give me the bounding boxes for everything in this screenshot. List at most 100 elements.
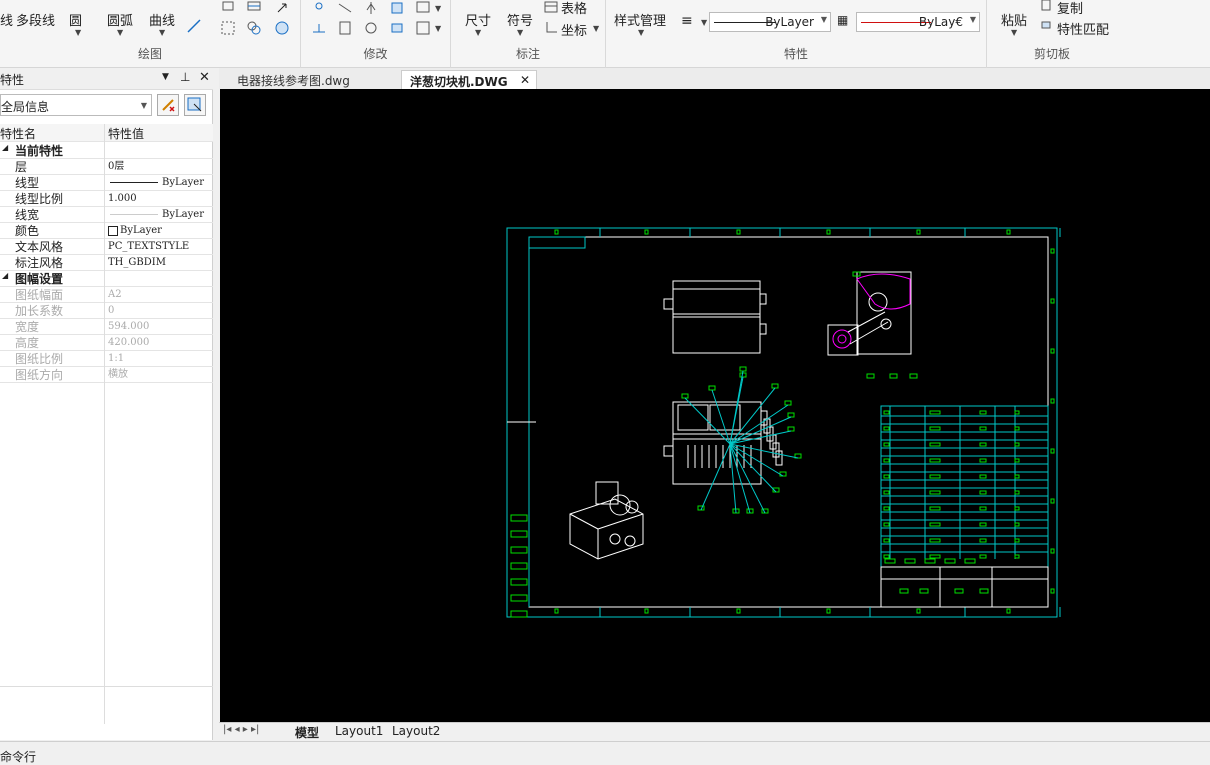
- style-manager-button[interactable]: 样式管理: [614, 10, 666, 29]
- extend-icon[interactable]: [311, 20, 327, 36]
- symbol-dropdown-icon[interactable]: ▼: [517, 28, 523, 37]
- property-row[interactable]: 图纸方向 横放: [0, 367, 213, 383]
- layout-nav-icons[interactable]: |◂ ◂ ▸ ▸|: [223, 724, 259, 735]
- coordinate-dropdown-icon[interactable]: ▼: [593, 24, 599, 33]
- offset-icon[interactable]: [389, 20, 405, 36]
- property-row[interactable]: 线宽 ByLayer: [0, 207, 213, 223]
- properties-header-row: 特性名 特性值: [0, 124, 213, 142]
- table-button[interactable]: 表格: [561, 0, 587, 17]
- panel-menu-icon[interactable]: ▼: [162, 72, 169, 82]
- command-line[interactable]: 命令行: [0, 741, 1210, 764]
- tab-model[interactable]: 模型: [295, 724, 319, 741]
- color-combo[interactable]: ByLay€ ▼: [856, 12, 980, 32]
- draw-group-label: 绘图: [137, 47, 162, 61]
- property-row[interactable]: 加长系数 0: [0, 303, 213, 319]
- section-header[interactable]: ◢ 图幅设置: [0, 271, 213, 287]
- modify-more-icon[interactable]: ▼: [435, 4, 441, 13]
- property-row[interactable]: 线型 ByLayer: [0, 175, 213, 191]
- curve-dropdown-icon[interactable]: ▼: [159, 28, 165, 37]
- trim-icon[interactable]: [337, 0, 353, 16]
- modify-more2-icon[interactable]: ▼: [435, 24, 441, 33]
- bom-text: [979, 442, 987, 447]
- copy-button[interactable]: 复制: [1057, 0, 1083, 17]
- scale-icon[interactable]: [389, 0, 405, 16]
- array-icon[interactable]: [415, 0, 431, 16]
- tab-layout1[interactable]: Layout1: [335, 724, 383, 738]
- collapse-icon[interactable]: ◢: [2, 143, 8, 152]
- properties-selector[interactable]: 全局信息 ▼: [0, 94, 152, 116]
- region-tool-icon[interactable]: [220, 20, 236, 36]
- lineweight-dropdown-icon[interactable]: ▼: [701, 18, 707, 27]
- bom-text: [979, 490, 987, 495]
- property-row[interactable]: 线型比例 1.000: [0, 191, 213, 207]
- bom-text: [929, 442, 941, 447]
- paste-button[interactable]: 粘贴: [1001, 10, 1027, 29]
- cad-circle: [832, 329, 852, 349]
- line-button[interactable]: 线: [0, 10, 13, 29]
- property-name: 线宽: [15, 208, 40, 222]
- linetype-combo[interactable]: ByLayer ▼: [709, 12, 831, 32]
- property-row[interactable]: 图纸比例 1:1: [0, 351, 213, 367]
- arc-button[interactable]: 圆弧: [107, 10, 133, 29]
- arc-dropdown-icon[interactable]: ▼: [117, 28, 123, 37]
- drawing-canvas[interactable]: [220, 89, 1210, 722]
- paste-dropdown-icon[interactable]: ▼: [1011, 28, 1017, 37]
- selector-dropdown-icon[interactable]: ▼: [141, 101, 147, 110]
- property-row[interactable]: 颜色 ByLayer: [0, 223, 213, 239]
- close-panel-icon[interactable]: ✕: [199, 70, 210, 85]
- property-row[interactable]: 标注风格 TH_GBDIM: [0, 255, 213, 271]
- curve-button[interactable]: 曲线: [149, 10, 175, 29]
- group-tool-icon[interactable]: [246, 20, 262, 36]
- property-row[interactable]: 文本风格 PC_TEXTSTYLE: [0, 239, 213, 255]
- collapse-icon[interactable]: ◢: [2, 271, 8, 280]
- property-row[interactable]: 层 0层: [0, 159, 213, 175]
- explode-icon[interactable]: [415, 20, 431, 36]
- close-tab-icon[interactable]: ✕: [520, 73, 530, 87]
- match-properties-button[interactable]: 特性匹配: [1057, 19, 1109, 38]
- coordinate-button[interactable]: 坐标: [561, 20, 587, 39]
- zone-marker: [554, 608, 559, 614]
- symbol-button[interactable]: 符号: [507, 10, 533, 29]
- pin-icon[interactable]: ⊥: [180, 70, 190, 84]
- left-label: [510, 578, 528, 586]
- left-label: [510, 546, 528, 554]
- pointer-tool-icon[interactable]: [274, 0, 290, 16]
- left-label: [510, 530, 528, 538]
- section-title: 图幅设置: [15, 272, 64, 286]
- circle-button[interactable]: 圆: [69, 10, 82, 29]
- color-dropdown-icon[interactable]: ▼: [970, 15, 976, 24]
- section-header[interactable]: ◢ 当前特性: [0, 143, 213, 159]
- hatch-tool-icon[interactable]: [246, 0, 262, 16]
- property-value: 0: [108, 305, 115, 316]
- quick-select-button[interactable]: [157, 94, 179, 116]
- stretch-icon[interactable]: [337, 20, 353, 36]
- bom-text: [883, 458, 890, 463]
- copy-icon: [1041, 0, 1051, 11]
- left-label: [510, 514, 528, 522]
- transparency-icon[interactable]: ▦: [837, 13, 848, 27]
- title-text: [924, 558, 936, 564]
- select-objects-button[interactable]: [184, 94, 206, 116]
- lineweight-icon[interactable]: ≡: [681, 13, 693, 29]
- property-name: 文本风格: [15, 240, 64, 254]
- linetype-dropdown-icon[interactable]: ▼: [821, 15, 827, 24]
- property-row[interactable]: 宽度 594.000: [0, 319, 213, 335]
- boundary-tool-icon[interactable]: [274, 20, 290, 36]
- rect-tool-icon[interactable]: [220, 0, 236, 16]
- style-manager-dropdown-icon[interactable]: ▼: [638, 28, 644, 37]
- property-row[interactable]: 图纸幅面 A2: [0, 287, 213, 303]
- tab-layout2[interactable]: Layout2: [392, 724, 440, 738]
- left-label: [510, 562, 528, 570]
- circle-dropdown-icon[interactable]: ▼: [75, 28, 81, 37]
- rotate-icon[interactable]: [363, 20, 379, 36]
- mirror-icon[interactable]: [363, 0, 379, 16]
- zone-marker: [1050, 348, 1055, 354]
- line-tool-icon[interactable]: [186, 18, 202, 34]
- tab-doc-1[interactable]: 电器接线参考图.dwg: [229, 70, 401, 89]
- polyline-button[interactable]: 多段线: [16, 10, 55, 29]
- dimension-dropdown-icon[interactable]: ▼: [475, 28, 481, 37]
- property-row[interactable]: 高度 420.000: [0, 335, 213, 351]
- dimension-button[interactable]: 尺寸: [465, 10, 491, 29]
- move-icon[interactable]: [311, 0, 327, 16]
- tab-doc-2[interactable]: 洋葱切块机.DWG ✕: [401, 70, 537, 89]
